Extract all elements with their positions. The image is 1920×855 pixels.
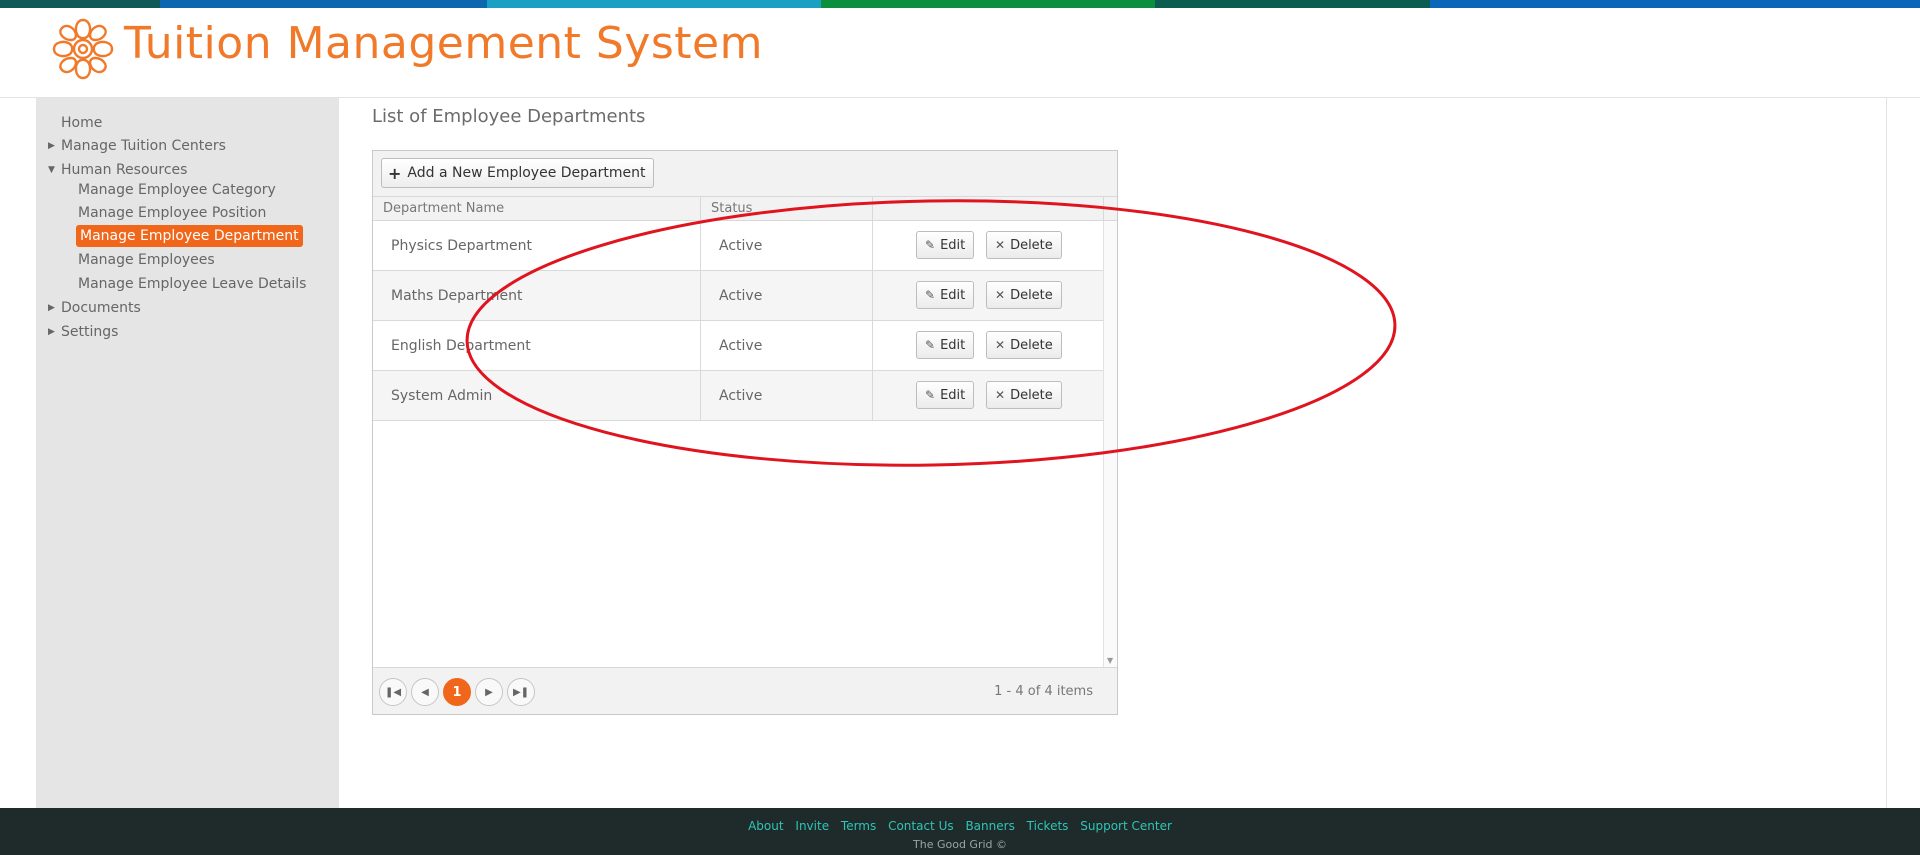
footer-copyright: The Good Grid © <box>913 838 1007 851</box>
edit-label: Edit <box>940 387 966 403</box>
delete-button[interactable]: ✕ Delete <box>986 381 1062 409</box>
vertical-scrollbar[interactable]: ▼ <box>1103 221 1117 667</box>
pencil-icon: ✎ <box>925 388 936 402</box>
footer-link-terms[interactable]: Terms <box>841 819 876 833</box>
caret-right-icon[interactable]: ▶ <box>48 135 55 157</box>
sidebar-item-label: Manage Employee Position <box>78 205 267 221</box>
footer-link-contact-us[interactable]: Contact Us <box>888 819 954 833</box>
sidebar-item-label: Human Resources <box>61 162 188 178</box>
status-cell: Active <box>701 271 873 321</box>
status-cell: Active <box>701 321 873 371</box>
delete-label: Delete <box>1010 287 1053 303</box>
edit-label: Edit <box>940 237 966 253</box>
footer-link-support-center[interactable]: Support Center <box>1080 819 1172 833</box>
add-department-label: Add a New Employee Department <box>407 165 646 181</box>
sidebar-item-label-selected: Manage Employee Department <box>76 225 303 247</box>
pencil-icon: ✎ <box>925 338 936 352</box>
first-page-icon[interactable]: ❚◀ <box>379 678 407 706</box>
delete-label: Delete <box>1010 387 1053 403</box>
footer-links: About Invite Terms Contact Us Banners Ti… <box>0 819 1920 833</box>
department-name-cell: System Admin <box>373 371 701 421</box>
sidebar: Home ▶ Manage Tuition Centers ▼ Human Re… <box>36 98 339 808</box>
color-segment <box>160 0 487 8</box>
color-segment <box>1430 0 1920 8</box>
top-color-bar <box>0 0 1920 8</box>
edit-button[interactable]: ✎ Edit <box>916 281 975 309</box>
footer-link-invite[interactable]: Invite <box>795 819 829 833</box>
table-row[interactable]: Physics Department Active ✎ Edit ✕ Delete <box>373 221 1103 271</box>
footer: About Invite Terms Contact Us Banners Ti… <box>0 808 1920 855</box>
scroll-down-icon[interactable]: ▼ <box>1107 656 1113 665</box>
delete-button[interactable]: ✕ Delete <box>986 231 1062 259</box>
sidebar-item-label: Documents <box>61 300 141 316</box>
current-page-button[interactable]: 1 <box>443 678 471 706</box>
sidebar-item-label: Manage Employee Category <box>78 182 276 198</box>
close-icon: ✕ <box>995 288 1006 302</box>
delete-label: Delete <box>1010 337 1053 353</box>
table-row[interactable]: System Admin Active ✎ Edit ✕ Delete <box>373 371 1103 421</box>
sidebar-item-label: Manage Employees <box>78 252 215 268</box>
status-cell: Active <box>701 371 873 421</box>
page-title: List of Employee Departments <box>372 106 646 127</box>
flower-logo-icon[interactable] <box>48 12 118 86</box>
sidebar-item-manage-employee-department[interactable]: Manage Employee Department <box>36 225 339 247</box>
footer-link-about[interactable]: About <box>748 819 783 833</box>
footer-link-tickets[interactable]: Tickets <box>1027 819 1069 833</box>
app-title: Tuition Management System <box>124 18 763 69</box>
sidebar-item-label: Home <box>61 115 103 131</box>
color-segment <box>821 0 1155 8</box>
column-header-actions <box>873 197 1104 221</box>
header: Tuition Management System <box>0 8 1920 98</box>
department-name-cell: Maths Department <box>373 271 701 321</box>
grid-header: Department Name Status <box>373 197 1117 221</box>
department-grid: + Add a New Employee Department Departme… <box>372 150 1118 715</box>
edit-label: Edit <box>940 287 966 303</box>
table-row[interactable]: English Department Active ✎ Edit ✕ Delete <box>373 321 1103 371</box>
content-divider <box>1886 98 1887 808</box>
edit-button[interactable]: ✎ Edit <box>916 381 975 409</box>
color-segment <box>487 0 821 8</box>
pencil-icon: ✎ <box>925 238 936 252</box>
column-header-department-name[interactable]: Department Name <box>373 197 701 221</box>
sidebar-item-label: Manage Employee Leave Details <box>78 276 307 292</box>
pager-info: 1 - 4 of 4 items <box>994 684 1093 699</box>
plus-icon: + <box>388 163 402 183</box>
sidebar-item-label: Manage Tuition Centers <box>61 138 226 154</box>
status-cell: Active <box>701 221 873 271</box>
grid-toolbar: + Add a New Employee Department <box>373 151 1117 197</box>
sidebar-item-label: Settings <box>61 324 119 340</box>
color-segment <box>1155 0 1430 8</box>
caret-right-icon[interactable]: ▶ <box>48 297 55 319</box>
department-name-cell: Physics Department <box>373 221 701 271</box>
close-icon: ✕ <box>995 388 1006 402</box>
column-header-status[interactable]: Status <box>701 197 873 221</box>
delete-label: Delete <box>1010 237 1053 253</box>
add-department-button[interactable]: + Add a New Employee Department <box>381 158 655 188</box>
delete-button[interactable]: ✕ Delete <box>986 281 1062 309</box>
last-page-icon[interactable]: ▶❚ <box>507 678 535 706</box>
next-page-icon[interactable]: ▶ <box>475 678 503 706</box>
edit-label: Edit <box>940 337 966 353</box>
prev-page-icon[interactable]: ◀ <box>411 678 439 706</box>
edit-button[interactable]: ✎ Edit <box>916 231 975 259</box>
close-icon: ✕ <box>995 338 1006 352</box>
table-row[interactable]: Maths Department Active ✎ Edit ✕ Delete <box>373 271 1103 321</box>
pager: ❚◀ ◀ 1 ▶ ▶❚ 1 - 4 of 4 items <box>373 667 1117 714</box>
footer-link-banners[interactable]: Banners <box>965 819 1014 833</box>
edit-button[interactable]: ✎ Edit <box>916 331 975 359</box>
delete-button[interactable]: ✕ Delete <box>986 331 1062 359</box>
caret-right-icon[interactable]: ▶ <box>48 321 55 343</box>
close-icon: ✕ <box>995 238 1006 252</box>
color-segment <box>0 0 160 8</box>
caret-down-icon[interactable]: ▼ <box>48 159 55 181</box>
pencil-icon: ✎ <box>925 288 936 302</box>
department-name-cell: English Department <box>373 321 701 371</box>
